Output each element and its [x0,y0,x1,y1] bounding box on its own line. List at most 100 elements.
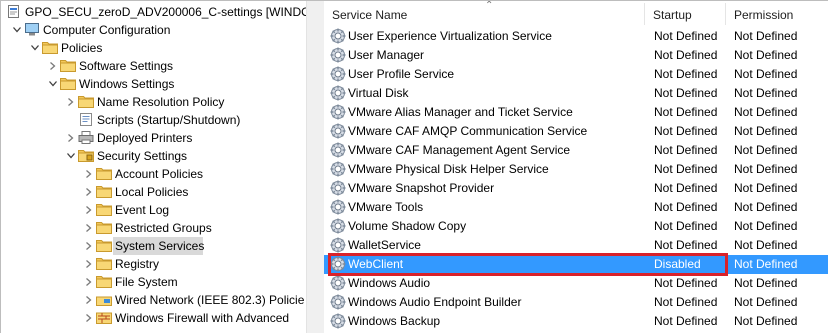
service-gear-icon [330,161,346,177]
tree-scrollbar[interactable] [306,1,319,333]
collapsed-chevron-icon[interactable] [84,259,93,269]
table-row[interactable]: VMware CAF Management Agent Service Not D… [324,141,828,160]
table-row[interactable]: User Profile Service Not Defined Not Defin… [324,65,828,84]
folder-icon [96,275,112,288]
tree-node-label: Account Policies [115,167,204,181]
startup-cell: Not Defined [654,200,718,214]
tree-node[interactable]: Scripts (Startup/Shutdown) [1,111,306,129]
table-row-selected[interactable]: WebClient Disabled Not Defined [324,255,828,274]
tree-node[interactable]: Account Policies [1,165,306,183]
table-row[interactable]: VMware Tools Not Defined Not Defined [324,198,828,217]
startup-cell: Not Defined [654,219,718,233]
collapsed-chevron-icon[interactable] [84,277,93,287]
service-name-cell: VMware Physical Disk Helper Service [348,162,549,176]
table-row[interactable]: Volume Shadow Copy Not Defined Not Defined [324,217,828,236]
tree-node[interactable]: Restricted Groups [1,219,306,237]
tree-node[interactable]: Registry [1,255,306,273]
console-tree[interactable]: GPO_SECU_zeroD_ADV200006_C-settings [WIN… [1,1,306,333]
tree-node-label: GPO_SECU_zeroD_ADV200006_C-settings [WIN… [25,5,306,19]
collapsed-chevron-icon[interactable] [66,97,75,107]
permission-cell: Not Defined [734,105,798,119]
tree-node[interactable]: Name Resolution Policy [1,93,306,111]
folder-icon [96,185,112,198]
column-header-startup[interactable]: Startup [645,1,725,27]
permission-cell: Not Defined [734,162,798,176]
service-name-cell: WalletService [348,238,421,252]
tree-node-label: Local Policies [115,185,189,199]
service-name-cell: VMware Tools [348,200,424,214]
table-row[interactable]: VMware Alias Manager and Ticket Service N… [324,103,828,122]
startup-cell: Not Defined [654,29,718,43]
startup-cell: Not Defined [654,181,718,195]
tree-node[interactable]: Local Policies [1,183,306,201]
tree-node[interactable]: Wired Network (IEEE 802.3) Policie [1,291,306,309]
service-name-cell: VMware CAF AMQP Communication Service [348,124,588,138]
tree-node-label: Deployed Printers [97,131,193,145]
startup-cell: Not Defined [654,86,718,100]
expanded-chevron-icon[interactable] [12,25,21,35]
collapsed-chevron-icon[interactable] [84,313,93,323]
service-name-cell: User Manager [348,48,425,62]
collapsed-chevron-icon[interactable] [84,223,93,233]
services-list[interactable]: Service Name ⌃ Startup Permission User E… [324,1,828,333]
tree-node-label: Windows Settings [79,77,175,91]
tree-node[interactable]: Windows Settings [1,75,306,93]
service-name-cell: Windows Audio Endpoint Builder [348,295,522,309]
collapsed-chevron-icon[interactable] [84,187,93,197]
collapsed-chevron-icon[interactable] [84,295,93,305]
service-gear-icon [330,123,346,139]
table-row[interactable]: Windows Audio Endpoint Builder Not Define… [324,293,828,312]
tree-node[interactable]: System Services [1,237,306,255]
tree-node-label: File System [115,275,178,289]
tree-node[interactable]: Security Settings [1,147,306,165]
column-header-permission[interactable]: Permission [726,1,828,27]
startup-cell: Not Defined [654,314,718,328]
tree-node[interactable]: File System [1,273,306,291]
permission-cell: Not Defined [734,48,798,62]
gpo-doc-icon [6,5,22,18]
tree-node[interactable]: Policies [1,39,306,57]
service-gear-icon [330,104,346,120]
tree-node-label: Software Settings [79,59,174,73]
table-row[interactable]: VMware Physical Disk Helper Service Not D… [324,160,828,179]
tree-node[interactable]: Deployed Printers [1,129,306,147]
collapsed-chevron-icon[interactable] [48,61,57,71]
expanded-chevron-icon[interactable] [48,79,57,89]
collapsed-chevron-icon[interactable] [84,241,93,251]
tree-node[interactable]: Computer Configuration [1,21,306,39]
service-gear-icon [330,66,346,82]
table-row[interactable]: VMware CAF AMQP Communication Service Not… [324,122,828,141]
startup-cell: Not Defined [654,124,718,138]
service-gear-icon [330,199,346,215]
service-name-cell: User Experience Virtualization Service [348,29,552,43]
collapsed-chevron-icon[interactable] [84,205,93,215]
table-row[interactable]: VMware Snapshot Provider Not Defined Not D… [324,179,828,198]
mmc-window: GPO_SECU_zeroD_ADV200006_C-settings [WIN… [0,0,828,333]
startup-cell: Not Defined [654,67,718,81]
expanded-chevron-icon[interactable] [30,43,39,53]
tree-node-label: Event Log [115,203,170,217]
tree-node[interactable]: GPO_SECU_zeroD_ADV200006_C-settings [WIN… [1,3,306,21]
column-header-service-name[interactable]: Service Name [324,1,644,27]
table-row[interactable]: WalletService Not Defined Not Defined [324,236,828,255]
network-folder-icon [96,293,112,306]
startup-cell: Not Defined [654,295,718,309]
permission-cell: Not Defined [734,143,798,157]
permission-cell: Not Defined [734,314,798,328]
expanded-chevron-icon[interactable] [66,151,75,161]
tree-node[interactable]: Windows Firewall with Advanced [1,309,306,327]
table-row[interactable]: Virtual Disk Not Defined Not Defined [324,84,828,103]
tree-node[interactable]: Event Log [1,201,306,219]
security-folder-icon [78,149,94,162]
table-row[interactable]: User Experience Virtualization Service No… [324,27,828,46]
table-row[interactable]: User Manager Not Defined Not Defined [324,46,828,65]
table-row[interactable]: Windows Backup Not Defined Not Defined [324,312,828,331]
permission-cell: Not Defined [734,181,798,195]
table-row[interactable]: Windows Audio Not Defined Not Defined [324,274,828,293]
collapsed-chevron-icon[interactable] [66,133,75,143]
column-label: Startup [653,8,692,22]
tree-node-label: Registry [115,257,160,271]
tree-node[interactable]: Software Settings [1,57,306,75]
folder-icon [96,203,112,216]
collapsed-chevron-icon[interactable] [84,169,93,179]
